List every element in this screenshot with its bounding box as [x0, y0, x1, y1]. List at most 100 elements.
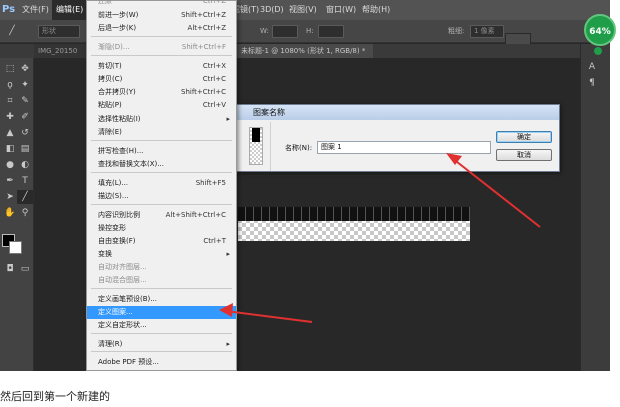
- zoom-tool-icon[interactable]: ⚲: [17, 206, 33, 220]
- menu-item-label: 拼写检查(H)...: [98, 147, 144, 155]
- paragraph-panel-icon[interactable]: ¶: [585, 76, 599, 90]
- lasso-tool-icon[interactable]: ϙ: [2, 78, 18, 92]
- caption-text: 然后回到第一个新建的: [0, 390, 110, 403]
- cancel-button[interactable]: 取消: [496, 149, 552, 161]
- edit-menu-item[interactable]: 拷贝(C) Ctrl+C: [87, 73, 236, 86]
- tab-img[interactable]: IMG_20150: [34, 44, 86, 58]
- line-shape-tool-icon[interactable]: ╱: [17, 190, 33, 204]
- menu-help[interactable]: 帮助(H): [362, 0, 390, 20]
- stroke-weight-label: 粗细:: [448, 27, 465, 35]
- menu-item-shortcut: Ctrl+X: [202, 62, 226, 70]
- menu-item-shortcut: Ctrl+V: [202, 101, 226, 109]
- edit-menu-item[interactable]: 定义图案...: [87, 306, 236, 319]
- edit-menu-item[interactable]: 自由变换(F) Ctrl+T: [87, 235, 236, 248]
- edit-menu-item[interactable]: 还原 Ctrl+Z: [87, 0, 236, 8]
- menu-item-label: 定义画笔预设(B)...: [98, 295, 157, 303]
- menu-item-label: 渐隐(D)...: [98, 43, 130, 51]
- gradient-tool-icon[interactable]: ▤: [17, 142, 33, 156]
- dialog-divider: [270, 122, 271, 171]
- menu-window[interactable]: 窗口(W): [326, 0, 356, 20]
- menu-item-shortcut: Alt+Ctrl+Z: [187, 24, 226, 32]
- menu-file[interactable]: 文件(F): [22, 0, 49, 20]
- hand-tool-icon[interactable]: ✋: [2, 206, 18, 220]
- edit-menu-item[interactable]: 后退一步(K) Alt+Ctrl+Z: [87, 22, 236, 35]
- edit-menu-item[interactable]: Adobe PDF 预设...: [87, 356, 236, 369]
- edit-menu-item[interactable]: 剪切(T) Ctrl+X: [87, 60, 236, 73]
- edit-menu-item[interactable]: 定义自定形状...: [87, 319, 236, 332]
- edit-menu-item[interactable]: 变换 ▸: [87, 248, 236, 261]
- memory-badge: 64%: [584, 14, 616, 46]
- edit-menu-item[interactable]: 选择性粘贴(I) ▸: [87, 113, 236, 126]
- canvas-pixel-grid: [238, 207, 470, 221]
- eraser-tool-icon[interactable]: ◧: [2, 142, 18, 156]
- menu-edit[interactable]: 编辑(E): [52, 0, 88, 20]
- menu-item-label: 定义自定形状...: [98, 321, 147, 329]
- shape-mode-select[interactable]: 形状: [38, 25, 80, 38]
- photoshop-window: Ps 文件(F) 编辑(E) 滤镜(T) 3D(D) 视图(V) 窗口(W) 帮…: [0, 0, 610, 371]
- menu-3d[interactable]: 3D(D): [260, 0, 284, 20]
- edit-menu-item[interactable]: 清除(E): [87, 126, 236, 139]
- blur-tool-icon[interactable]: ●: [2, 158, 18, 172]
- line-tool-icon[interactable]: ╱: [4, 24, 20, 38]
- edit-menu-item[interactable]: 渐隐(D)... Shift+Ctrl+F: [87, 41, 236, 54]
- ok-button[interactable]: 确定: [496, 131, 552, 143]
- edit-menu-item[interactable]: 填充(L)... Shift+F5: [87, 177, 236, 190]
- eyedropper-icon[interactable]: ✎: [17, 94, 33, 108]
- menu-item-shortcut: Ctrl+Z: [202, 0, 226, 5]
- menu-item-shortcut: Shift+Ctrl+Z: [181, 11, 226, 19]
- submenu-arrow-icon: ▸: [226, 115, 230, 123]
- edit-menu-item[interactable]: 粘贴(P) Ctrl+V: [87, 99, 236, 112]
- edit-menu-item[interactable]: 描边(S)...: [87, 190, 236, 203]
- menu-item-label: 前进一步(W): [98, 11, 139, 19]
- menu-separator: [91, 288, 232, 289]
- move-tool-icon[interactable]: ✥: [17, 62, 33, 76]
- badge-dot: [594, 47, 602, 55]
- pattern-name-dialog: 图案名称 名称(N): 图案 1 确定 取消: [236, 104, 560, 172]
- menu-item-shortcut: Shift+F5: [195, 179, 226, 187]
- pen-tool-icon[interactable]: ✒: [2, 174, 18, 188]
- background-color-swatch[interactable]: [9, 241, 22, 254]
- submenu-arrow-icon: ▸: [226, 340, 230, 348]
- edit-menu-item[interactable]: 查找和替换文本(X)...: [87, 158, 236, 171]
- history-brush-icon[interactable]: ↺: [17, 126, 33, 140]
- menu-item-label: 拷贝(C): [98, 75, 123, 83]
- edit-menu-item[interactable]: 自动对齐图层...: [87, 261, 236, 274]
- quick-mask-icon[interactable]: ◘: [2, 262, 18, 276]
- menu-separator: [91, 204, 232, 205]
- type-tool-icon[interactable]: T: [17, 174, 33, 188]
- crop-tool-icon[interactable]: ⌗: [2, 94, 18, 108]
- dodge-tool-icon[interactable]: ◐: [17, 158, 33, 172]
- character-panel-icon[interactable]: A: [585, 60, 599, 74]
- edit-menu-item[interactable]: 合并拷贝(Y) Shift+Ctrl+C: [87, 86, 236, 99]
- edit-menu-item[interactable]: 拼写检查(H)...: [87, 145, 236, 158]
- name-label: 名称(N):: [285, 144, 313, 152]
- path-select-icon[interactable]: ➤: [2, 190, 18, 204]
- healing-brush-icon[interactable]: ✚: [2, 110, 18, 124]
- edit-menu-item[interactable]: 清理(R) ▸: [87, 338, 236, 351]
- magic-wand-icon[interactable]: ✦: [17, 78, 33, 92]
- menu-separator: [91, 333, 232, 334]
- edit-menu-item[interactable]: 内容识别比例 Alt+Shift+Ctrl+C: [87, 209, 236, 222]
- menu-view[interactable]: 视图(V): [289, 0, 317, 20]
- menu-item-shortcut: Ctrl+T: [203, 237, 226, 245]
- marquee-tool-icon[interactable]: ⬚: [2, 62, 18, 76]
- edit-menu-item[interactable]: 自动混合图层...: [87, 274, 236, 287]
- edit-menu-item[interactable]: 定义画笔预设(B)...: [87, 293, 236, 306]
- screen-mode-icon[interactable]: ▭: [17, 262, 33, 276]
- edit-menu-item[interactable]: 前进一步(W) Shift+Ctrl+Z: [87, 9, 236, 22]
- tools-panel: ⬚ ✥ ϙ ✦ ⌗ ✎ ✚ ✐ ▲ ↺ ◧ ▤ ● ◐ ✒ T ➤ ╱ ✋ ⚲ …: [0, 58, 34, 371]
- stroke-weight-input[interactable]: 1 像素: [470, 25, 504, 38]
- stamp-tool-icon[interactable]: ▲: [2, 126, 18, 140]
- width-input[interactable]: [272, 25, 298, 38]
- height-input[interactable]: [318, 25, 344, 38]
- menu-item-label: 合并拷贝(Y): [98, 88, 136, 96]
- pattern-name-input[interactable]: 图案 1: [317, 141, 491, 154]
- menu-item-label: 自动对齐图层...: [98, 263, 147, 271]
- brush-tool-icon[interactable]: ✐: [17, 110, 33, 124]
- edit-menu-item[interactable]: 操控变形: [87, 222, 236, 235]
- menu-separator: [91, 36, 232, 37]
- dialog-title: 图案名称: [237, 105, 559, 120]
- menu-separator: [91, 172, 232, 173]
- menu-separator: [91, 140, 232, 141]
- tab-untitled[interactable]: 未标题-1 @ 1080% (形状 1, RGB/8) *: [237, 44, 373, 58]
